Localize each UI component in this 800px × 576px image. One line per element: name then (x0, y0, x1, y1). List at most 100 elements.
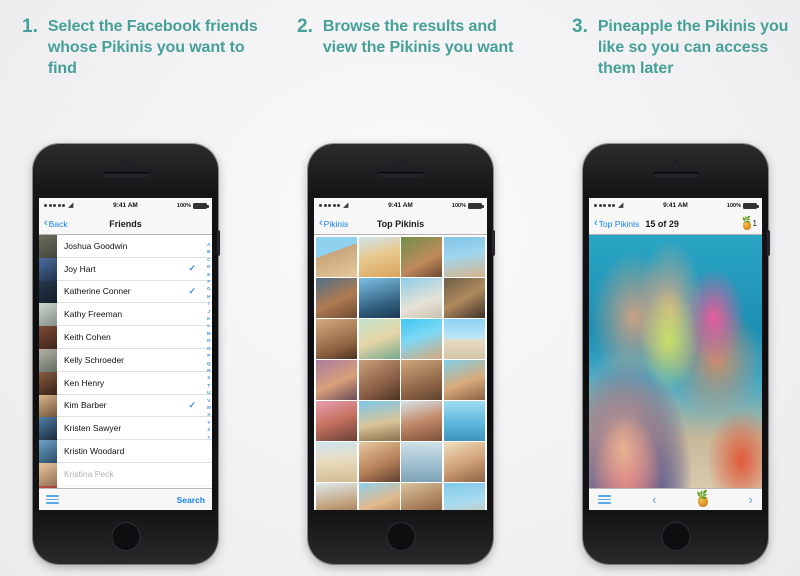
alpha-index-letter[interactable]: D (207, 263, 210, 270)
grid-photo-tile[interactable] (401, 360, 443, 400)
grid-photo-tile[interactable] (358, 483, 400, 510)
chevron-left-icon[interactable]: ‹ (652, 493, 656, 506)
alpha-index-letter[interactable]: T (207, 382, 210, 389)
battery-full-icon (193, 202, 209, 209)
grid-photo-tile[interactable] (443, 442, 485, 482)
check-icon: ✓ (188, 263, 196, 274)
alpha-index-letter[interactable]: C (207, 256, 210, 263)
alpha-index-letter[interactable]: S (207, 374, 210, 381)
hamburger-menu-icon[interactable] (46, 494, 59, 505)
back-button-1[interactable]: ‹ Back (44, 218, 68, 229)
grid-photo-tile[interactable] (358, 442, 400, 482)
grid-photo-tile[interactable] (358, 360, 400, 400)
alpha-index-letter[interactable]: A (207, 241, 210, 248)
home-button[interactable] (661, 522, 690, 551)
friend-name: Kristina Peck (64, 468, 114, 479)
search-button[interactable]: Search (177, 495, 205, 505)
alpha-index-letter[interactable]: V (207, 397, 210, 404)
grid-photo-tile[interactable] (316, 237, 358, 277)
check-icon: ✓ (188, 285, 196, 296)
grid-photo-tile[interactable] (401, 319, 443, 359)
grid-photo-tile[interactable] (358, 319, 400, 359)
alpha-index-letter[interactable]: F (207, 278, 210, 285)
alpha-index-letter[interactable]: B (207, 248, 210, 255)
alpha-index-letter[interactable]: E (207, 271, 210, 278)
grid-photo-tile[interactable] (443, 278, 485, 318)
list-item[interactable]: Kristen Sawyer (57, 417, 212, 441)
alpha-index-letter[interactable]: I (208, 300, 209, 307)
step-3-text: Pineapple the Pikinis you like so you ca… (597, 18, 789, 77)
phone-1-screen: ◢ 9:41 AM 100% ‹ Back Friends Joshua Goo… (39, 198, 212, 510)
alpha-index-letter[interactable]: L (207, 322, 210, 329)
home-button[interactable] (111, 522, 140, 551)
back-button-3[interactable]: ‹ Top Pikinis (594, 218, 639, 229)
back-button-2[interactable]: ‹ Pikinis (319, 218, 348, 229)
list-item[interactable]: Kristina Peck (57, 463, 212, 486)
list-item[interactable]: Kristin Woodard (57, 440, 212, 463)
alpha-index-letter[interactable]: K (207, 315, 210, 322)
alpha-index-letter[interactable]: Z (207, 426, 210, 433)
steps-container: 1. Select the Facebook friends whose Pik… (0, 0, 800, 140)
grid-photo-tile[interactable] (401, 483, 443, 510)
home-button[interactable] (386, 522, 415, 551)
nav-bar-3: ‹ Top Pikinis 15 of 29 🌿 1 (589, 213, 762, 235)
list-item[interactable]: Katherine Conner ✓ (57, 281, 212, 304)
front-camera-icon (397, 159, 404, 165)
pineapple-count-group[interactable]: 🌿 1 (742, 217, 757, 230)
grid-photo-tile[interactable] (401, 442, 443, 482)
alpha-index-letter[interactable]: H (207, 293, 210, 300)
grid-photo-tile[interactable] (316, 278, 358, 318)
grid-photo-tile[interactable] (401, 401, 443, 441)
alpha-index-letter[interactable]: O (207, 345, 211, 352)
grid-photo-tile[interactable] (316, 360, 358, 400)
nav-bar-2: ‹ Pikinis Top Pikinis (314, 213, 487, 235)
alpha-index-letter[interactable]: # (208, 434, 211, 441)
alpha-index-letter[interactable]: R (207, 367, 210, 374)
grid-photo-tile[interactable] (358, 278, 400, 318)
status-time: 9:41 AM (388, 202, 413, 209)
alphabet-index[interactable]: A B C D E F G H I J K L M N O P Q R S T (207, 241, 211, 441)
list-item[interactable]: Kelly Schroeder (57, 349, 212, 372)
alpha-index-letter[interactable]: U (207, 389, 210, 396)
list-item[interactable]: Kathy Freeman (57, 303, 212, 327)
grid-photo-tile[interactable] (443, 237, 485, 277)
photo-detail-view[interactable]: ‹ 🌿 › (589, 235, 762, 510)
alpha-index-letter[interactable]: M (207, 330, 211, 337)
grid-photo-tile[interactable] (443, 319, 485, 359)
alpha-index-letter[interactable]: W (207, 404, 211, 411)
step-1-text: Select the Facebook friends whose Pikini… (47, 18, 258, 77)
alpha-index-letter[interactable]: P (207, 352, 210, 359)
phone-mockup-2: ◢ 9:41 AM 100% ‹ Pikinis Top Pikinis (308, 144, 495, 564)
alpha-index-letter[interactable]: N (207, 337, 210, 344)
hamburger-menu-icon[interactable] (598, 494, 611, 505)
pineapple-icon[interactable]: 🌿 (697, 491, 708, 507)
grid-photo-tile[interactable] (443, 401, 485, 441)
photo-grid[interactable] (314, 235, 487, 510)
list-item[interactable]: Keith Cohen (57, 326, 212, 349)
grid-photo-tile[interactable] (358, 401, 400, 441)
grid-photo-tile[interactable] (316, 483, 358, 510)
alpha-index-letter[interactable]: X (207, 411, 210, 418)
grid-photo-tile[interactable] (358, 237, 400, 277)
friends-list[interactable]: Joshua Goodwin Joy Hart ✓ Katherine Conn… (57, 235, 212, 510)
alpha-index-letter[interactable]: Q (207, 360, 211, 367)
step-1-number: 1. (22, 16, 38, 37)
grid-photo-tile[interactable] (401, 278, 443, 318)
grid-photo-tile[interactable] (316, 442, 358, 482)
grid-photo-tile[interactable] (401, 237, 443, 277)
list-item[interactable]: Joy Hart ✓ (57, 258, 212, 281)
friend-name: Katherine Conner (64, 286, 131, 297)
alpha-index-letter[interactable]: J (208, 308, 211, 315)
list-item[interactable]: Joshua Goodwin (57, 235, 212, 258)
grid-photo-tile[interactable] (443, 360, 485, 400)
list-item[interactable]: Ken Henry (57, 372, 212, 395)
chevron-right-icon[interactable]: › (749, 493, 753, 506)
detail-photo[interactable] (589, 235, 762, 510)
alpha-index-letter[interactable]: G (207, 285, 211, 292)
list-item[interactable]: Kim Barber ✓ (57, 395, 212, 418)
grid-photo-tile[interactable] (316, 401, 358, 441)
alpha-index-letter[interactable]: Y (207, 419, 210, 426)
friends-list-wrapper: Joshua Goodwin Joy Hart ✓ Katherine Conn… (39, 235, 212, 510)
grid-photo-tile[interactable] (316, 319, 358, 359)
grid-photo-tile[interactable] (443, 483, 485, 510)
